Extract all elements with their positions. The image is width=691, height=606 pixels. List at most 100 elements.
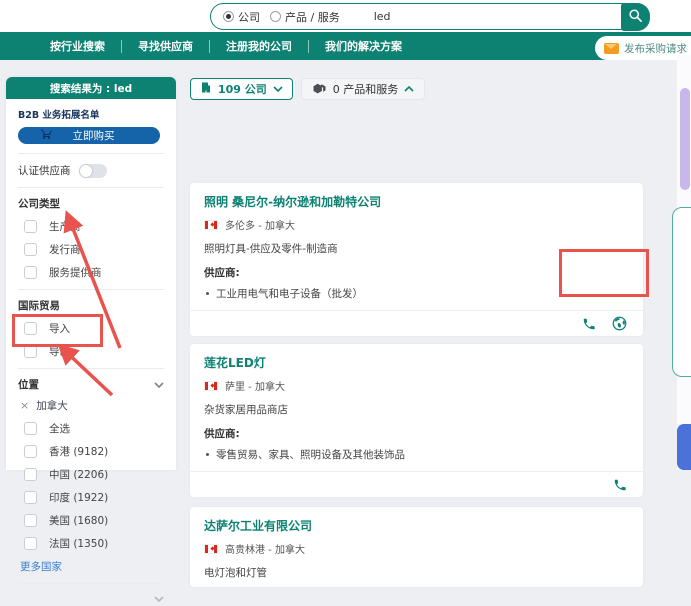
canada-flag-icon [204, 543, 218, 554]
company-type-section-title: 公司类型 [18, 198, 60, 210]
building-icon [200, 81, 212, 97]
sidebar-divider [18, 187, 164, 188]
company-name-link[interactable]: 照明 桑尼尔-纳尔逊和加勒特公司 [204, 193, 629, 210]
radio-company-label: 公司 [238, 10, 260, 24]
chevron-down-icon[interactable] [154, 596, 164, 602]
company-name-link[interactable]: 莲花LED灯 [204, 354, 629, 371]
chevron-down-icon[interactable] [154, 381, 164, 388]
companies-tab-label: 109 公司 [218, 83, 267, 96]
chevron-down-icon [273, 86, 283, 92]
products-tab-label: 0 产品和服务 [332, 83, 399, 96]
b2b-list-label: B2B 业务拓展名单 [18, 110, 100, 121]
select-all-checkbox[interactable] [24, 422, 37, 435]
more-countries-link[interactable]: 更多国家 [20, 559, 164, 574]
results-area: 109 公司 0 产品和服务 照明 桑尼尔-纳尔逊和加勒特公司 多伦多 - 加拿… [190, 78, 643, 587]
radio-unselected-icon[interactable] [270, 11, 281, 22]
export-checkbox[interactable] [24, 345, 37, 358]
manufacturer-checkbox[interactable] [24, 220, 37, 233]
sidebar-divider [18, 368, 164, 369]
search-pill: 公司 产品 / 服务 [210, 2, 650, 31]
sidebar-divider [18, 153, 164, 154]
company-location: 萨里 - 加拿大 [225, 382, 285, 393]
verified-supplier-label: 认证供应商 [18, 165, 71, 177]
distributor-label: 发行商 [49, 244, 81, 256]
france-checkbox[interactable] [24, 537, 37, 550]
company-category: 杂货家居用品商店 [204, 404, 288, 416]
products-icon [312, 82, 327, 97]
company-card: 莲花LED灯 萨里 - 加拿大 杂货家居用品商店 供应商: 零售贸易、家具、照明… [190, 344, 643, 497]
service-provider-checkbox[interactable] [24, 266, 37, 279]
supplier-item: 工业用电气和电子设备（批发） [216, 288, 363, 300]
service-provider-label: 服务提供商 [49, 267, 102, 279]
usa-checkbox[interactable] [24, 514, 37, 527]
search-button[interactable] [621, 2, 650, 31]
filter-row-service-provider: 服务提供商 [18, 265, 164, 280]
supplier-label: 供应商: [204, 428, 240, 440]
cart-icon [40, 128, 53, 143]
chevron-up-icon [404, 86, 414, 92]
products-tab[interactable]: 0 产品和服务 [300, 78, 426, 100]
nav-item-find-suppliers[interactable]: 寻找供应商 [122, 38, 209, 54]
nav-item-our-solutions[interactable]: 我们的解决方案 [309, 38, 418, 54]
filter-row-usa: 美国 (1680) [18, 513, 164, 528]
selected-location-tag: × 加拿大 [20, 398, 164, 413]
remove-tag-icon[interactable]: × [20, 399, 29, 412]
filter-row-select-all: 全选 [18, 421, 164, 436]
filter-row-india: 印度 (1922) [18, 490, 164, 505]
international-trade-section-title: 国际贸易 [18, 300, 60, 312]
envelope-icon [604, 42, 619, 54]
verified-supplier-toggle[interactable] [78, 163, 107, 178]
globe-icon[interactable] [612, 316, 627, 331]
company-card: 照明 桑尼尔-纳尔逊和加勒特公司 多伦多 - 加拿大 照明灯具-供应及零件-制造… [190, 183, 643, 336]
search-type-company-radio[interactable]: 公司 [223, 9, 260, 25]
filter-row-export: 导出 [18, 344, 164, 359]
supplier-item: 零售贸易、家具、照明设备及其他装饰品 [216, 449, 405, 461]
search-type-product-radio[interactable]: 产品 / 服务 [270, 9, 340, 25]
import-checkbox[interactable] [24, 322, 37, 335]
filter-row-distributor: 发行商 [18, 242, 164, 257]
search-results-header: 搜索结果为 : led [6, 77, 176, 99]
canada-flag-icon [204, 219, 218, 230]
selected-location-label: 加拿大 [36, 400, 68, 412]
supplier-label: 供应商: [204, 267, 240, 279]
radio-selected-icon[interactable] [223, 11, 234, 22]
filters-sidebar: 搜索结果为 : led B2B 业务拓展名单 立即购买 认证供应商 公司类型 生… [6, 77, 176, 602]
search-input[interactable] [373, 10, 649, 23]
china-label: 中国 (2206) [49, 469, 109, 481]
company-name-link[interactable]: 达萨尔工业有限公司 [204, 517, 629, 534]
location-section-title: 位置 [18, 377, 164, 392]
usa-label: 美国 (1680) [49, 515, 109, 527]
sidebar-divider [18, 289, 164, 290]
distributor-checkbox[interactable] [24, 243, 37, 256]
company-category: 电灯泡和灯管 [204, 567, 267, 579]
bullet-icon [206, 292, 209, 295]
france-label: 法国 (1350) [49, 538, 109, 550]
hongkong-checkbox[interactable] [24, 445, 37, 458]
filter-row-import: 导入 [18, 321, 164, 336]
scrollbar-thumb[interactable] [680, 88, 690, 190]
company-location: 高贵林港 - 加拿大 [225, 545, 305, 556]
nav-item-register-company[interactable]: 注册我的公司 [210, 38, 308, 54]
side-panel-edge [672, 207, 691, 377]
buy-now-label: 立即购买 [72, 130, 115, 142]
company-category: 照明灯具-供应及零件-制造商 [204, 243, 338, 255]
india-label: 印度 (1922) [49, 492, 109, 504]
filter-row-hongkong: 香港 (9182) [18, 444, 164, 459]
radio-product-label: 产品 / 服务 [285, 10, 340, 24]
top-search-bar: 公司 产品 / 服务 [0, 0, 691, 32]
main-nav: 按行业搜索 寻找供应商 注册我的公司 我们的解决方案 发布采购请求 [0, 32, 691, 60]
manufacturer-label: 生产商 [49, 221, 81, 233]
scrollbar-thumb[interactable] [677, 424, 691, 470]
search-icon [628, 8, 643, 26]
india-checkbox[interactable] [24, 491, 37, 504]
filter-row-france: 法国 (1350) [18, 536, 164, 551]
companies-tab[interactable]: 109 公司 [190, 78, 293, 100]
phone-icon[interactable] [613, 478, 627, 492]
nav-item-search-by-industry[interactable]: 按行业搜索 [34, 38, 121, 54]
company-location: 多伦多 - 加拿大 [225, 221, 295, 232]
canada-flag-icon [204, 380, 218, 391]
hongkong-label: 香港 (9182) [49, 446, 109, 458]
phone-icon[interactable] [582, 317, 596, 331]
filter-row-china: 中国 (2206) [18, 467, 164, 482]
buy-now-button[interactable]: 立即购买 [18, 127, 160, 144]
